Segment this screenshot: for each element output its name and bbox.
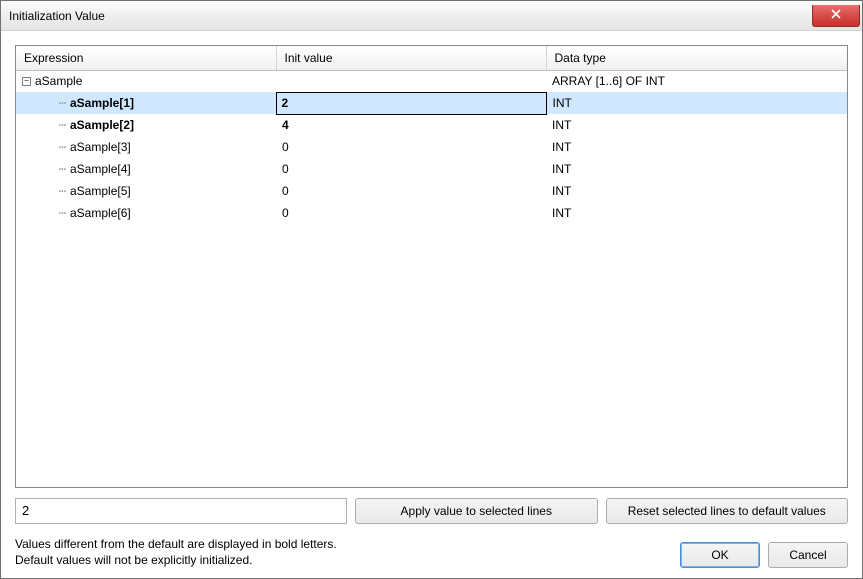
root-data-type: ARRAY [1..6] OF INT — [546, 70, 847, 92]
cell-init-value[interactable]: 0 — [276, 202, 546, 224]
header-expression[interactable]: Expression — [16, 46, 276, 70]
apply-button[interactable]: Apply value to selected lines — [355, 498, 598, 524]
action-row: Apply value to selected lines Reset sele… — [15, 498, 848, 524]
cell-init-value[interactable]: 0 — [276, 158, 546, 180]
reset-button[interactable]: Reset selected lines to default values — [606, 498, 849, 524]
ok-button[interactable]: OK — [680, 542, 760, 568]
table-header-row: Expression Init value Data type — [16, 46, 847, 70]
collapse-icon[interactable]: − — [22, 77, 31, 86]
cell-expression: aSample[2] — [70, 118, 134, 132]
cell-data-type: INT — [546, 92, 847, 114]
cell-expression: aSample[4] — [70, 162, 131, 176]
table-row[interactable]: ⋯aSample[2] 4INT — [16, 114, 847, 136]
cell-expression: aSample[1] — [70, 96, 134, 110]
titlebar: Initialization Value — [1, 1, 862, 31]
table-row-root[interactable]: − aSample ARRAY [1..6] OF INT — [16, 70, 847, 92]
cell-data-type: INT — [546, 202, 847, 224]
cell-expression: aSample[3] — [70, 140, 131, 154]
table-row[interactable]: ⋯aSample[1] 2INT — [16, 92, 847, 114]
dialog-content: Expression Init value Data type − aSampl… — [1, 31, 862, 578]
cell-init-value[interactable]: 4 — [276, 114, 546, 136]
cancel-button[interactable]: Cancel — [768, 542, 848, 568]
tree-connector-icon: ⋯ — [40, 118, 70, 132]
close-button[interactable] — [812, 5, 860, 27]
tree-connector-icon: ⋯ — [40, 206, 70, 220]
tree-connector-icon: ⋯ — [40, 162, 70, 176]
hint-text: Values different from the default are di… — [15, 536, 337, 568]
header-data-type[interactable]: Data type — [546, 46, 847, 70]
tree-connector-icon: ⋯ — [40, 184, 70, 198]
cell-init-value[interactable]: 2 — [276, 92, 546, 114]
cell-expression: aSample[5] — [70, 184, 131, 198]
value-input[interactable] — [15, 498, 347, 524]
root-init-value — [276, 70, 546, 92]
table-row[interactable]: ⋯aSample[5] 0INT — [16, 180, 847, 202]
window-title: Initialization Value — [9, 9, 105, 23]
close-icon — [831, 8, 841, 22]
root-expression: aSample — [35, 74, 82, 88]
table-row[interactable]: ⋯aSample[4] 0INT — [16, 158, 847, 180]
dialog-buttons: OK Cancel — [680, 542, 848, 568]
tree-connector-icon: ⋯ — [40, 96, 70, 110]
table-row[interactable]: ⋯aSample[6] 0INT — [16, 202, 847, 224]
header-init-value[interactable]: Init value — [276, 46, 546, 70]
init-values-table: Expression Init value Data type − aSampl… — [16, 46, 847, 224]
cell-data-type: INT — [546, 158, 847, 180]
cell-init-value[interactable]: 0 — [276, 180, 546, 202]
cell-expression: aSample[6] — [70, 206, 131, 220]
cell-data-type: INT — [546, 136, 847, 158]
tree-connector-icon: ⋯ — [40, 140, 70, 154]
table-row[interactable]: ⋯aSample[3] 0INT — [16, 136, 847, 158]
cell-init-value[interactable]: 0 — [276, 136, 546, 158]
hint-line-2: Default values will not be explicitly in… — [15, 552, 337, 568]
cell-data-type: INT — [546, 114, 847, 136]
bottom-row: Values different from the default are di… — [15, 536, 848, 568]
data-table-container: Expression Init value Data type − aSampl… — [15, 45, 848, 488]
hint-line-1: Values different from the default are di… — [15, 536, 337, 552]
cell-data-type: INT — [546, 180, 847, 202]
